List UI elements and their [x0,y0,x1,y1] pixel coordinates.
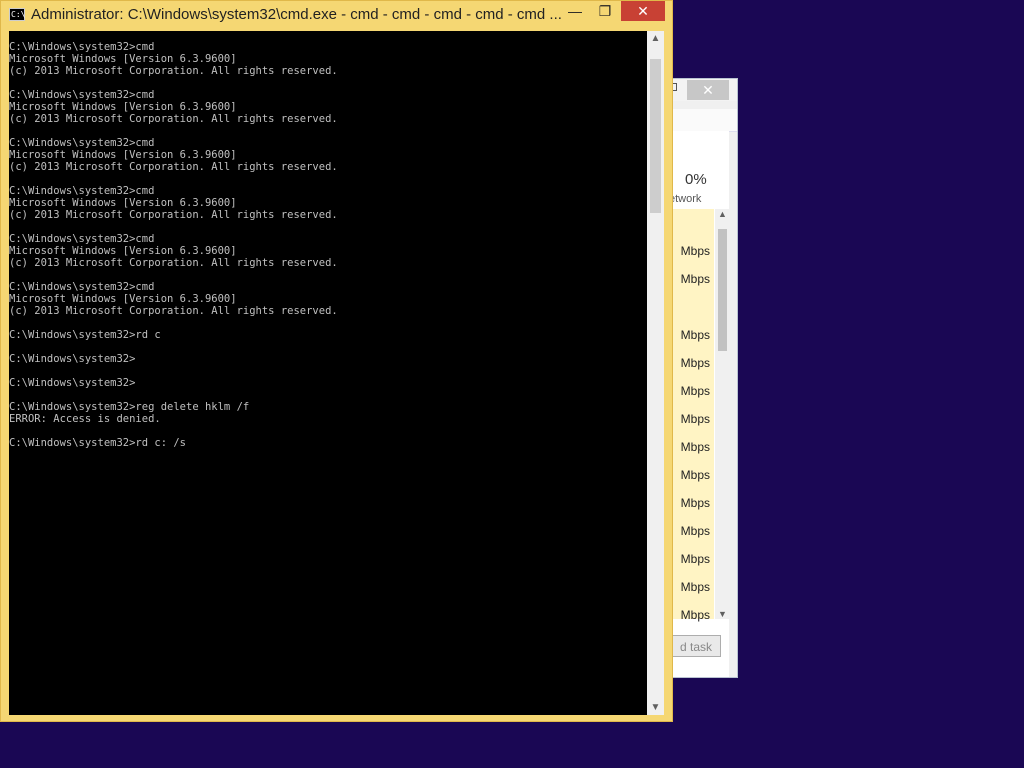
cmd-titlebar[interactable]: C:\ Administrator: C:\Windows\system32\c… [1,1,672,29]
network-cell: Mbps [680,524,710,538]
task-manager-scrollbar[interactable]: ▲ ▼ [715,209,730,619]
scroll-down-icon[interactable]: ▼ [647,702,664,713]
task-manager-close-button[interactable]: ✕ [687,80,729,100]
minimize-button[interactable]: — [561,1,589,21]
maximize-button[interactable]: ❐ [591,1,619,21]
task-manager-tabs [667,109,737,132]
network-cell: Mbps [680,496,710,510]
task-manager-titlebar: ✕ [667,79,737,101]
window-title: Administrator: C:\Windows\system32\cmd.e… [31,6,562,23]
network-cell: Mbps [680,608,710,622]
network-cell: Mbps [680,440,710,454]
network-column-header[interactable]: etwork [669,193,701,205]
network-cell [667,209,714,237]
console-output[interactable]: C:\Windows\system32>cmd Microsoft Window… [9,31,647,715]
network-cell: Mbps [680,356,710,370]
task-manager-window: ✕ 0% etwork ▲ ▼ d task Mbps Mbps Mbps Mbps M… [666,78,738,678]
scroll-down-icon[interactable]: ▼ [715,609,730,619]
network-cell: Mbps [680,412,710,426]
console-icon[interactable]: C:\ [9,8,25,21]
network-percent: 0% [685,171,707,188]
console-text: C:\Windows\system32>cmd Microsoft Window… [9,41,338,449]
network-cell: Mbps [680,272,710,286]
scrollbar-thumb[interactable] [650,59,661,213]
network-cell: Mbps [680,328,710,342]
cmd-scrollbar[interactable]: ▲ ▼ [647,31,664,715]
network-cell: Mbps [680,244,710,258]
close-button[interactable]: ✕ [621,1,665,21]
cmd-window: C:\ Administrator: C:\Windows\system32\c… [0,0,673,722]
network-cell: Mbps [680,468,710,482]
scrollbar-thumb[interactable] [718,229,727,351]
end-task-button[interactable]: d task [667,635,721,657]
network-cell: Mbps [680,552,710,566]
scroll-up-icon[interactable]: ▲ [647,33,664,44]
network-cell: Mbps [680,580,710,594]
scroll-up-icon[interactable]: ▲ [715,209,730,219]
network-cell [667,293,714,321]
network-cell: Mbps [680,384,710,398]
